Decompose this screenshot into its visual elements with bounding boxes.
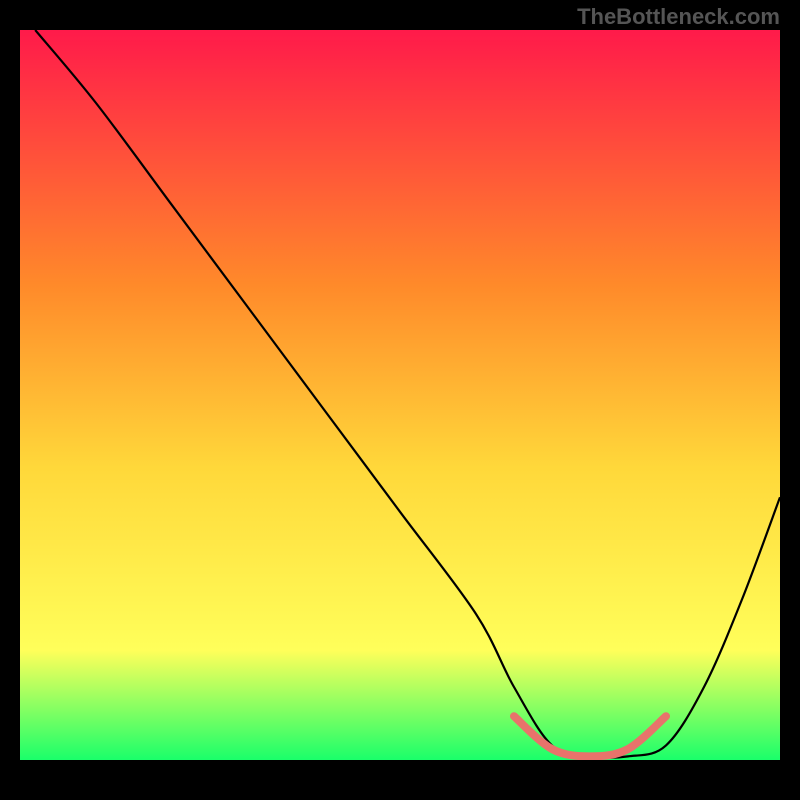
plot-area [20,30,780,760]
gradient-background [20,30,780,760]
chart-frame [20,30,780,790]
watermark-text: TheBottleneck.com [577,4,780,30]
chart-svg [20,30,780,760]
